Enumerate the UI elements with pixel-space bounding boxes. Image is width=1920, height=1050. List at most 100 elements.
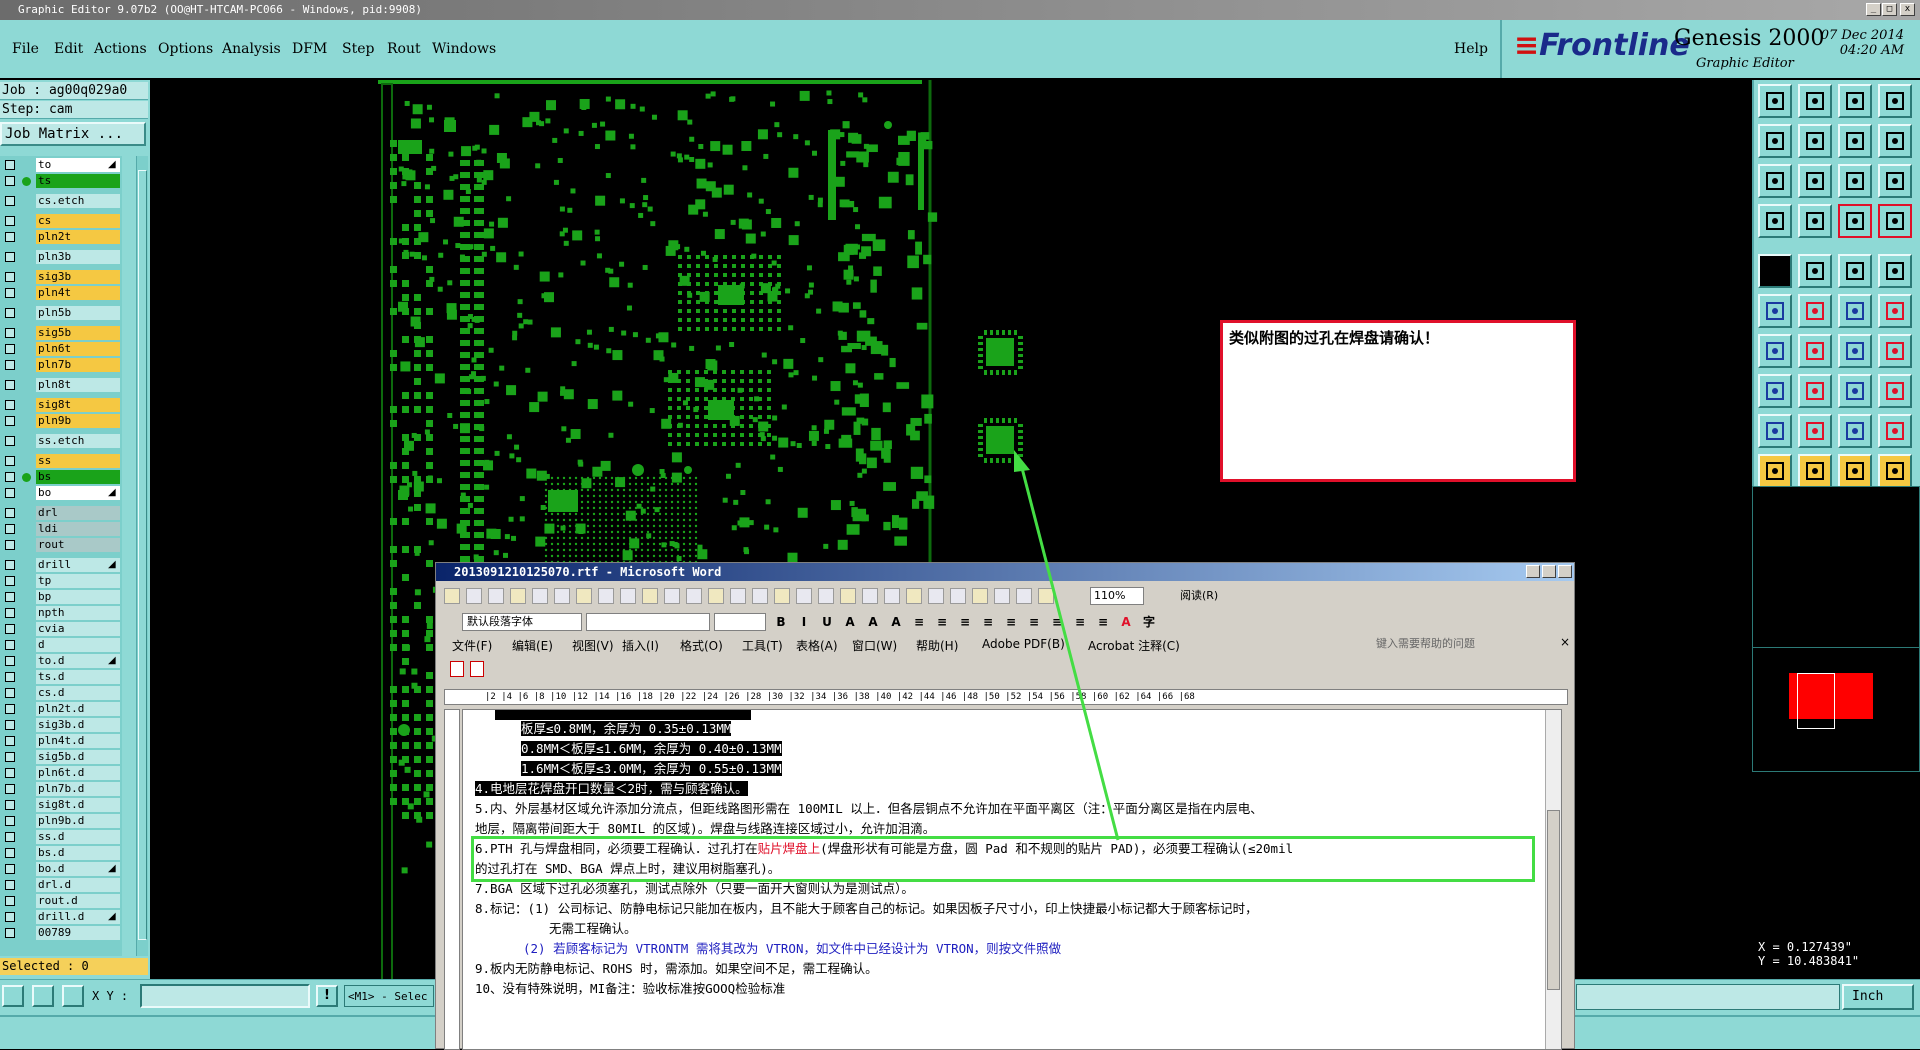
layer-row-npth[interactable]: npth	[0, 606, 122, 620]
layer-checkbox[interactable]	[5, 252, 15, 262]
layer-name[interactable]: sig3b.d	[36, 718, 120, 732]
menu-rout[interactable]: Rout	[387, 41, 421, 57]
style-select[interactable]: 默认段落字体	[462, 613, 582, 631]
layer-checkbox[interactable]	[5, 896, 15, 906]
cursor-icon[interactable]	[1758, 454, 1792, 488]
menu-dfm[interactable]: DFM	[292, 41, 327, 57]
layer-checkbox[interactable]	[5, 272, 15, 282]
layer-menu-icon[interactable]: ◢	[108, 486, 116, 500]
layer-checkbox[interactable]	[5, 688, 15, 698]
layer-name[interactable]: ts.d	[36, 670, 120, 684]
layer-name[interactable]: 00789	[36, 926, 120, 940]
word-toolbar-icon[interactable]	[664, 588, 680, 604]
layer-name[interactable]: pln4t.d	[36, 734, 120, 748]
layer-row-00789[interactable]: 00789	[0, 926, 122, 940]
job-matrix-button[interactable]: Job Matrix ...	[0, 122, 146, 146]
group-icon[interactable]	[1878, 374, 1912, 408]
doc-scrollbar[interactable]	[1545, 710, 1561, 1049]
word-menu-item[interactable]: 编辑(E)	[512, 637, 553, 654]
cross-icon[interactable]	[1798, 294, 1832, 328]
layer-checkbox[interactable]	[5, 344, 15, 354]
measure-tool-icon[interactable]	[32, 985, 54, 1007]
word-toolbar-icon[interactable]	[488, 588, 504, 604]
layer-checkbox[interactable]	[5, 608, 15, 618]
layer-row-drill[interactable]: drill ◢	[0, 558, 122, 572]
layer-name[interactable]: drl	[36, 506, 120, 520]
layer-name[interactable]: bs	[36, 470, 120, 484]
scale-icon[interactable]	[1838, 164, 1872, 198]
word-doc-close-icon[interactable]: ×	[1560, 635, 1570, 649]
layer-row-pln5b[interactable]: pln5b	[0, 306, 122, 320]
layer-name[interactable]: pln2t.d	[36, 702, 120, 716]
layer-checkbox[interactable]	[5, 176, 15, 186]
word-toolbar-icon[interactable]	[620, 588, 636, 604]
layer-checkbox[interactable]	[5, 328, 15, 338]
triangle-c-icon[interactable]	[1838, 414, 1872, 448]
layer-row-ts[interactable]: ts	[0, 174, 122, 188]
connect-icon[interactable]	[1758, 294, 1792, 328]
word-menu-item[interactable]: 表格(A)	[796, 637, 838, 654]
layer-checkbox[interactable]	[5, 288, 15, 298]
layer-row-bo-d[interactable]: bo.d ◢	[0, 862, 122, 876]
arc-icon[interactable]	[1838, 334, 1872, 368]
measure-icon[interactable]	[1758, 204, 1792, 238]
save-icon[interactable]	[1798, 84, 1832, 118]
layer-checkbox[interactable]	[5, 720, 15, 730]
pdf-icon[interactable]	[450, 661, 464, 677]
pad-icon[interactable]	[1758, 374, 1792, 408]
word-minimize-button[interactable]	[1526, 565, 1540, 578]
layer-row-ss-etch[interactable]: ss.etch	[0, 434, 122, 448]
layer-checkbox[interactable]	[5, 832, 15, 842]
maximize-button[interactable]: □	[1882, 3, 1897, 16]
layer-checkbox[interactable]	[5, 540, 15, 550]
layer-row-sig8t-d[interactable]: sig8t.d	[0, 798, 122, 812]
layer-checkbox[interactable]	[5, 508, 15, 518]
help-search-input[interactable]: 键入需要帮助的问题	[1376, 635, 1556, 653]
word-menu-item[interactable]: 文件(F)	[452, 637, 492, 654]
layer-name[interactable]: ss.d	[36, 830, 120, 844]
layer-checkbox[interactable]	[5, 624, 15, 634]
undo-icon[interactable]	[1838, 124, 1872, 158]
ruler-icon[interactable]	[1838, 254, 1872, 288]
layer-menu-icon[interactable]: ◢	[108, 862, 116, 876]
word-toolbar-icon[interactable]	[510, 588, 526, 604]
layer-name[interactable]: pln4t	[36, 286, 120, 300]
layer-row-rout[interactable]: rout	[0, 538, 122, 552]
word-toolbar-icon[interactable]	[884, 588, 900, 604]
link-icon[interactable]	[1878, 294, 1912, 328]
layer-checkbox[interactable]	[5, 436, 15, 446]
layer-row-pln7b[interactable]: pln7b	[0, 358, 122, 372]
layer-name[interactable]: ldi	[36, 522, 120, 536]
fit-icon[interactable]	[1758, 164, 1792, 198]
pdf-mail-icon[interactable]	[470, 661, 484, 677]
layer-row-pln6t[interactable]: pln6t	[0, 342, 122, 356]
layer-checkbox[interactable]	[5, 912, 15, 922]
layer-checkbox[interactable]	[5, 928, 15, 938]
layer-row-tp[interactable]: tp	[0, 574, 122, 588]
format-toolbar-icon[interactable]: ≡	[979, 613, 997, 631]
layer-checkbox[interactable]	[5, 216, 15, 226]
layer-name[interactable]: cvia	[36, 622, 120, 636]
layer-menu-icon[interactable]: ◢	[108, 558, 116, 572]
layer-checkbox[interactable]	[5, 736, 15, 746]
xy-input[interactable]	[140, 984, 310, 1008]
layer-row-ss-d[interactable]: ss.d	[0, 830, 122, 844]
layer-name[interactable]: sig3b	[36, 270, 120, 284]
layer-row-bo[interactable]: bo ◢	[0, 486, 122, 500]
triangle-a-icon[interactable]	[1758, 414, 1792, 448]
layer-name[interactable]: ss.etch	[36, 434, 120, 448]
layer-row-cs[interactable]: cs	[0, 214, 122, 228]
layer-row-pln6t-d[interactable]: pln6t.d	[0, 766, 122, 780]
pin-icon[interactable]	[1798, 204, 1832, 238]
layer-name[interactable]: sig5b.d	[36, 750, 120, 764]
info-icon[interactable]: !	[316, 985, 338, 1007]
layer-name[interactable]: bs.d	[36, 846, 120, 860]
layer-checkbox[interactable]	[5, 576, 15, 586]
layer-row-bp[interactable]: bp	[0, 590, 122, 604]
overview-window[interactable]	[1752, 486, 1920, 772]
layer-row-ts-d[interactable]: ts.d	[0, 670, 122, 684]
word-toolbar-icon[interactable]	[796, 588, 812, 604]
cursor-circle-icon[interactable]	[1838, 454, 1872, 488]
layer-name[interactable]: pln6t.d	[36, 766, 120, 780]
word-toolbar-icon[interactable]	[532, 588, 548, 604]
